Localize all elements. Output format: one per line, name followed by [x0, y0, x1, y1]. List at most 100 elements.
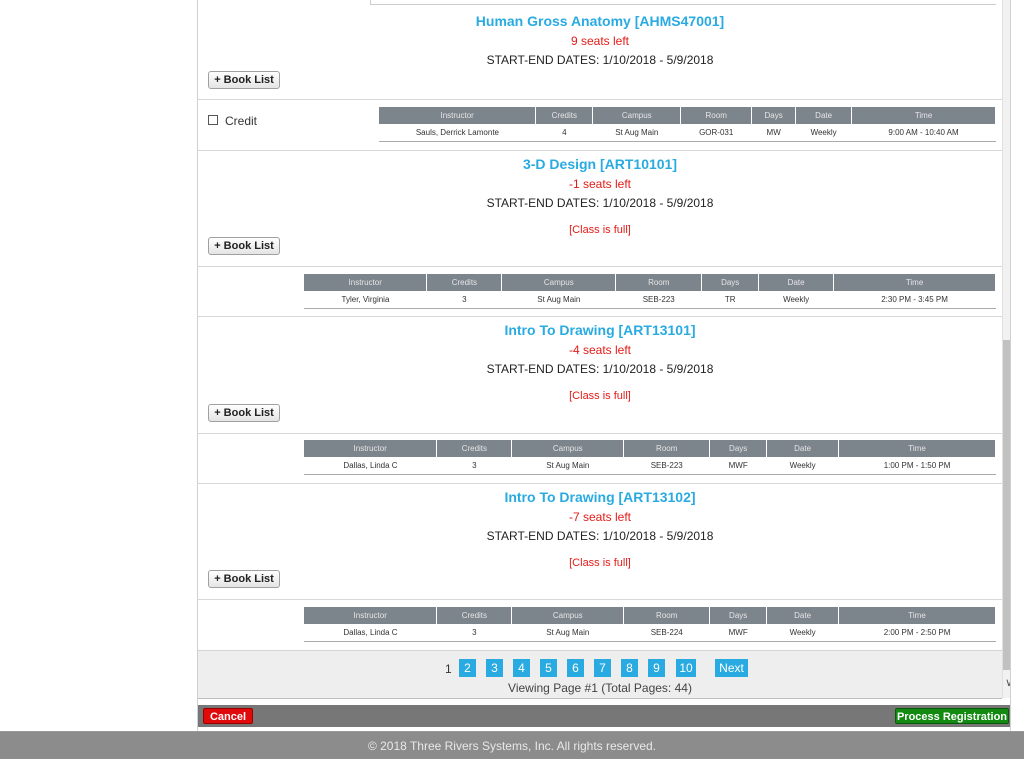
cell-campus: St Aug Main: [592, 124, 681, 142]
right-gutter: [1010, 0, 1024, 731]
seats-left: 9 seats left: [570, 34, 630, 48]
course-header: Intro To Drawing [ART13101] -4 seats lef…: [198, 321, 1002, 403]
cell-room: SEB-224: [623, 624, 710, 642]
schedule-header-row: Instructor Credits Campus Room Days Date…: [379, 107, 996, 124]
page-link-5[interactable]: 5: [540, 659, 557, 677]
col-time: Time: [851, 107, 996, 124]
course-title[interactable]: Intro To Drawing [ART13102]: [198, 488, 1002, 506]
book-list-button[interactable]: + Book List: [208, 570, 280, 588]
table-row: Dallas, Linda C 3 St Aug Main SEB-224 MW…: [304, 624, 996, 642]
book-list-button[interactable]: + Book List: [208, 237, 280, 255]
course-title[interactable]: 3-D Design [ART10101]: [198, 155, 1002, 173]
cell-credits: 3: [436, 457, 512, 475]
col-room: Room: [680, 107, 753, 124]
page-link-10[interactable]: 10: [676, 659, 696, 677]
col-instructor: Instructor: [304, 440, 438, 457]
previous-table-edge: [370, 0, 996, 5]
col-credits: Credits: [426, 274, 503, 291]
col-date: Date: [766, 440, 840, 457]
course-header: Intro To Drawing [ART13102] -7 seats lef…: [198, 488, 1002, 570]
col-credits: Credits: [436, 607, 513, 624]
cancel-button[interactable]: Cancel: [203, 708, 253, 724]
col-days: Days: [701, 274, 760, 291]
page: Human Gross Anatomy [AHMS47001] 9 seats …: [0, 0, 1024, 759]
cell-days: TR: [701, 291, 759, 309]
credit-checkbox[interactable]: [208, 115, 218, 125]
col-instructor: Instructor: [304, 607, 438, 624]
col-room: Room: [623, 440, 711, 457]
cell-instructor: Dallas, Linda C: [304, 624, 437, 642]
cell-time: 2:00 PM - 2:50 PM: [838, 624, 996, 642]
col-room: Room: [623, 607, 711, 624]
schedule-header-row: Instructor Credits Campus Room Days Date…: [304, 607, 996, 624]
schedule-table: Instructor Credits Campus Room Days Date…: [304, 440, 996, 475]
col-credits: Credits: [436, 440, 513, 457]
page-link-7[interactable]: 7: [594, 659, 611, 677]
table-row: Sauls, Derrick Lamonte 4 St Aug Main GOR…: [379, 124, 996, 142]
footer-copyright: © 2018 Three Rivers Systems, Inc. All ri…: [0, 731, 1024, 759]
page-link-6[interactable]: 6: [567, 659, 584, 677]
action-bar: [198, 705, 1010, 727]
divider: [198, 266, 1002, 267]
col-date: Date: [766, 607, 840, 624]
schedule-table: Instructor Credits Campus Room Days Date…: [304, 274, 996, 309]
cell-date: Weekly: [758, 291, 834, 309]
cell-room: GOR-031: [680, 124, 752, 142]
page-link-4[interactable]: 4: [513, 659, 530, 677]
left-pane: [0, 0, 198, 731]
course-dates: START-END DATES: 1/10/2018 - 5/9/2018: [486, 362, 714, 376]
book-list-button[interactable]: + Book List: [208, 71, 280, 89]
schedule-header-row: Instructor Credits Campus Room Days Date…: [304, 274, 996, 291]
col-date: Date: [795, 107, 853, 124]
next-page-button[interactable]: Next: [715, 659, 748, 677]
seats-left: -7 seats left: [568, 510, 632, 524]
col-credits: Credits: [535, 107, 594, 124]
course-title[interactable]: Human Gross Anatomy [AHMS47001]: [198, 12, 1002, 30]
col-instructor: Instructor: [304, 274, 428, 291]
table-row: Dallas, Linda C 3 St Aug Main SEB-223 MW…: [304, 457, 996, 475]
col-instructor: Instructor: [379, 107, 537, 124]
divider: [198, 433, 1002, 434]
col-campus: Campus: [511, 607, 625, 624]
cell-date: Weekly: [766, 457, 839, 475]
cell-campus: St Aug Main: [501, 291, 616, 309]
col-days: Days: [751, 107, 797, 124]
cell-campus: St Aug Main: [511, 457, 624, 475]
page-link-3[interactable]: 3: [486, 659, 503, 677]
divider: [198, 483, 1002, 484]
cell-date: Weekly: [795, 124, 852, 142]
col-days: Days: [709, 607, 768, 624]
book-list-button[interactable]: + Book List: [208, 404, 280, 422]
process-registration-button[interactable]: Process Registration: [895, 708, 1009, 724]
table-row: Tyler, Virginia 3 St Aug Main SEB-223 TR…: [304, 291, 996, 309]
cell-days: MWF: [709, 624, 767, 642]
cell-instructor: Tyler, Virginia: [304, 291, 427, 309]
course-header: 3-D Design [ART10101] -1 seats left STAR…: [198, 155, 1002, 237]
class-full-notice: [Class is full]: [569, 557, 631, 569]
page-link-2[interactable]: 2: [459, 659, 476, 677]
page-link-8[interactable]: 8: [621, 659, 638, 677]
course-header: Human Gross Anatomy [AHMS47001] 9 seats …: [198, 12, 1002, 68]
cell-time: 1:00 PM - 1:50 PM: [838, 457, 996, 475]
divider: [198, 150, 1002, 151]
cell-room: SEB-223: [623, 457, 710, 475]
cell-days: MW: [751, 124, 796, 142]
seats-left: -1 seats left: [568, 177, 632, 191]
course-title[interactable]: Intro To Drawing [ART13101]: [198, 321, 1002, 339]
divider: [198, 316, 1002, 317]
col-campus: Campus: [592, 107, 682, 124]
cell-instructor: Sauls, Derrick Lamonte: [379, 124, 536, 142]
divider: [198, 99, 1002, 100]
col-time: Time: [833, 274, 996, 291]
cell-date: Weekly: [766, 624, 839, 642]
course-dates: START-END DATES: 1/10/2018 - 5/9/2018: [486, 529, 714, 543]
course-dates: START-END DATES: 1/10/2018 - 5/9/2018: [486, 53, 714, 67]
page-link-9[interactable]: 9: [648, 659, 665, 677]
schedule-table: Instructor Credits Campus Room Days Date…: [379, 107, 996, 142]
page-info: Viewing Page #1 (Total Pages: 44): [508, 681, 692, 695]
divider: [198, 599, 1002, 600]
cell-days: MWF: [709, 457, 767, 475]
current-page: 1: [445, 662, 452, 676]
cell-credits: 4: [535, 124, 593, 142]
cell-instructor: Dallas, Linda C: [304, 457, 437, 475]
